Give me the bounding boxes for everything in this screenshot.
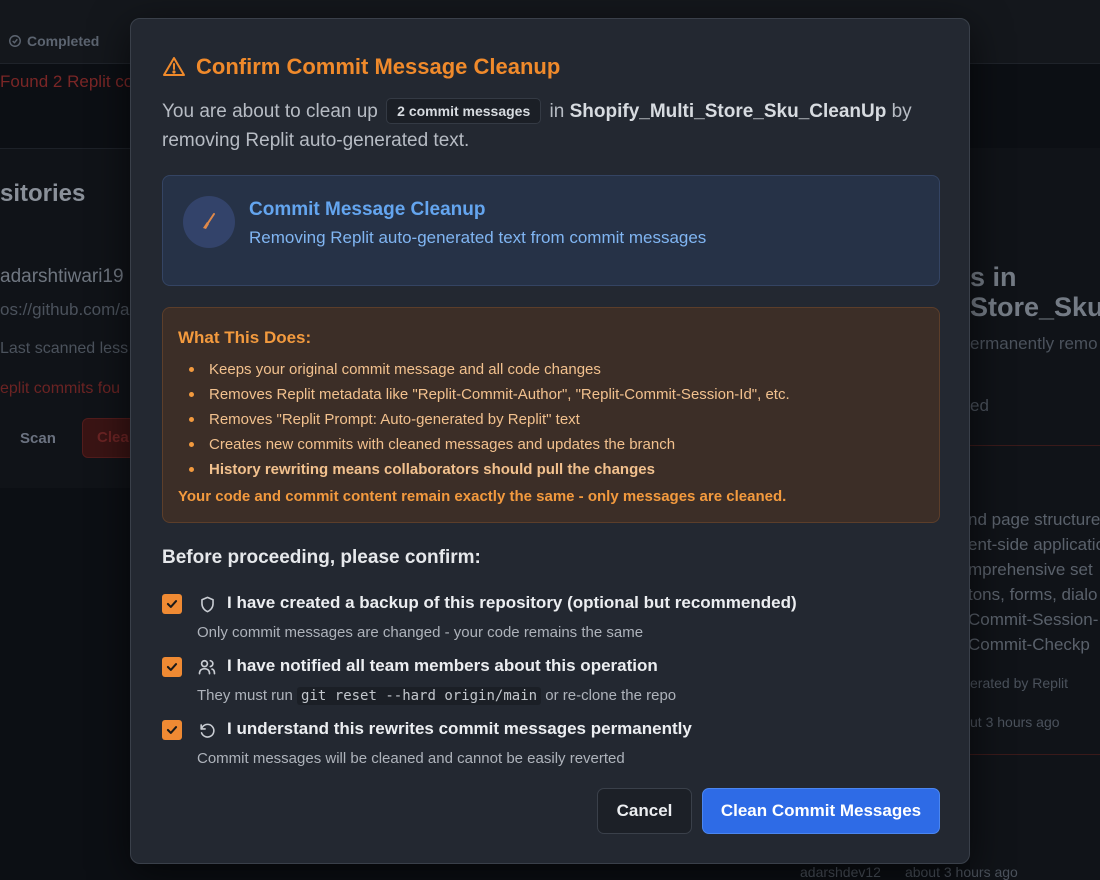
notify-checkbox-label[interactable]: I have notified all team members about t… [227, 656, 658, 676]
rewrite-checkbox-label[interactable]: I understand this rewrites commit messag… [227, 719, 692, 739]
rewrite-checkbox[interactable] [162, 720, 182, 740]
shield-icon [197, 594, 217, 614]
dialog-title-text: Confirm Commit Message Cleanup [196, 54, 561, 79]
info-subtitle: Removing Replit auto-generated text from… [249, 228, 707, 247]
list-item: Keeps your original commit message and a… [178, 357, 790, 382]
repositories-heading: sitories [0, 180, 86, 207]
commit-line: tons, forms, dialo [968, 585, 1098, 604]
commit-line: Commit-Checkp [968, 635, 1090, 654]
scan-button[interactable]: Scan [0, 420, 68, 456]
desc-prefix: You are about to clean up [162, 101, 378, 122]
commit-time: about 3 hours ago [904, 864, 1018, 880]
list-item: Removes Replit metadata like "Replit-Com… [178, 382, 790, 407]
status-completed-label: Completed [27, 33, 100, 49]
notify-hint: They must run git reset --hard origin/ma… [197, 687, 677, 705]
repo-name: Shopify_Multi_Store_Sku_CleanUp [569, 101, 887, 122]
found-commits-text: Found 2 Replit co [0, 72, 134, 91]
repo-owner: adarshtiwari19 [0, 266, 124, 287]
broom-icon [183, 196, 235, 248]
dialog-description: You are about to clean up 2 commit messa… [162, 97, 942, 155]
divider [970, 445, 1100, 446]
divider [970, 754, 1100, 755]
what-this-does-footer: Your code and commit content remain exac… [178, 488, 787, 505]
cancel-button[interactable]: Cancel [597, 788, 692, 834]
check-circle-icon [9, 35, 21, 47]
what-this-does-card: What This Does: Keeps your original comm… [162, 307, 940, 523]
confirm-heading: Before proceeding, please confirm: [162, 547, 481, 568]
replit-commits-found: eplit commits fou [0, 380, 121, 397]
commit-meta: adarshdev12 about 3 hours ago [800, 864, 1018, 880]
notify-checkbox[interactable] [162, 657, 182, 677]
commit-line: ent-side applicatio [968, 535, 1100, 554]
commits-panel-status: ed [970, 396, 989, 415]
status-completed: Completed [8, 33, 99, 49]
check-icon [166, 663, 178, 671]
info-card: Commit Message Cleanup Removing Replit a… [162, 175, 940, 286]
notify-hint-suffix: or re-clone the repo [545, 687, 677, 704]
git-command: git reset --hard origin/main [297, 687, 542, 705]
backup-hint: Only commit messages are changed - your … [197, 624, 644, 641]
info-title: Commit Message Cleanup [249, 199, 486, 220]
commit-line: mprehensive set [968, 560, 1093, 579]
last-scanned: Last scanned less [0, 340, 129, 357]
list-item: Removes "Replit Prompt: Auto-generated b… [178, 407, 790, 432]
check-icon [166, 600, 178, 608]
commits-panel-subtitle: ermanently remo [970, 334, 1098, 353]
what-this-does-list: Keeps your original commit message and a… [178, 357, 790, 482]
list-item: Creates new commits with cleaned message… [178, 432, 790, 457]
generated-by-text: erated by Replit [970, 675, 1069, 691]
commit-line: nd page structure [968, 510, 1100, 529]
commits-panel-title-line1: s in [970, 262, 1017, 292]
confirm-cleanup-dialog: Confirm Commit Message Cleanup You are a… [130, 18, 970, 864]
dialog-title: Confirm Commit Message Cleanup [162, 54, 560, 80]
rewrite-hint: Commit messages will be cleaned and cann… [197, 750, 625, 767]
what-this-does-title: What This Does: [178, 328, 312, 347]
check-icon [166, 726, 178, 734]
commit-line: Commit-Session- [968, 610, 1099, 629]
desc-in: in [549, 101, 565, 122]
rotate-ccw-icon [197, 720, 217, 740]
commit-count-badge: 2 commit messages [386, 98, 542, 124]
commit-message-preview: nd page structure ent-side applicatio mp… [968, 507, 1100, 657]
list-item: History rewriting means collaborators sh… [178, 457, 790, 482]
repo-url[interactable]: os://github.com/a [0, 300, 129, 320]
users-icon [197, 657, 217, 677]
backup-checkbox-label[interactable]: I have created a backup of this reposito… [227, 593, 797, 613]
commits-panel-title-line2: Store_Sku_ [970, 292, 1100, 322]
scan-button-label: Scan [20, 429, 56, 447]
backup-checkbox[interactable] [162, 594, 182, 614]
commit-author: adarshdev12 [800, 864, 881, 880]
warning-triangle-icon [163, 57, 185, 76]
notify-hint-prefix: They must run [197, 687, 293, 704]
clean-commit-messages-button[interactable]: Clean Commit Messages [702, 788, 940, 834]
commit-time: ut 3 hours ago [970, 714, 1060, 730]
